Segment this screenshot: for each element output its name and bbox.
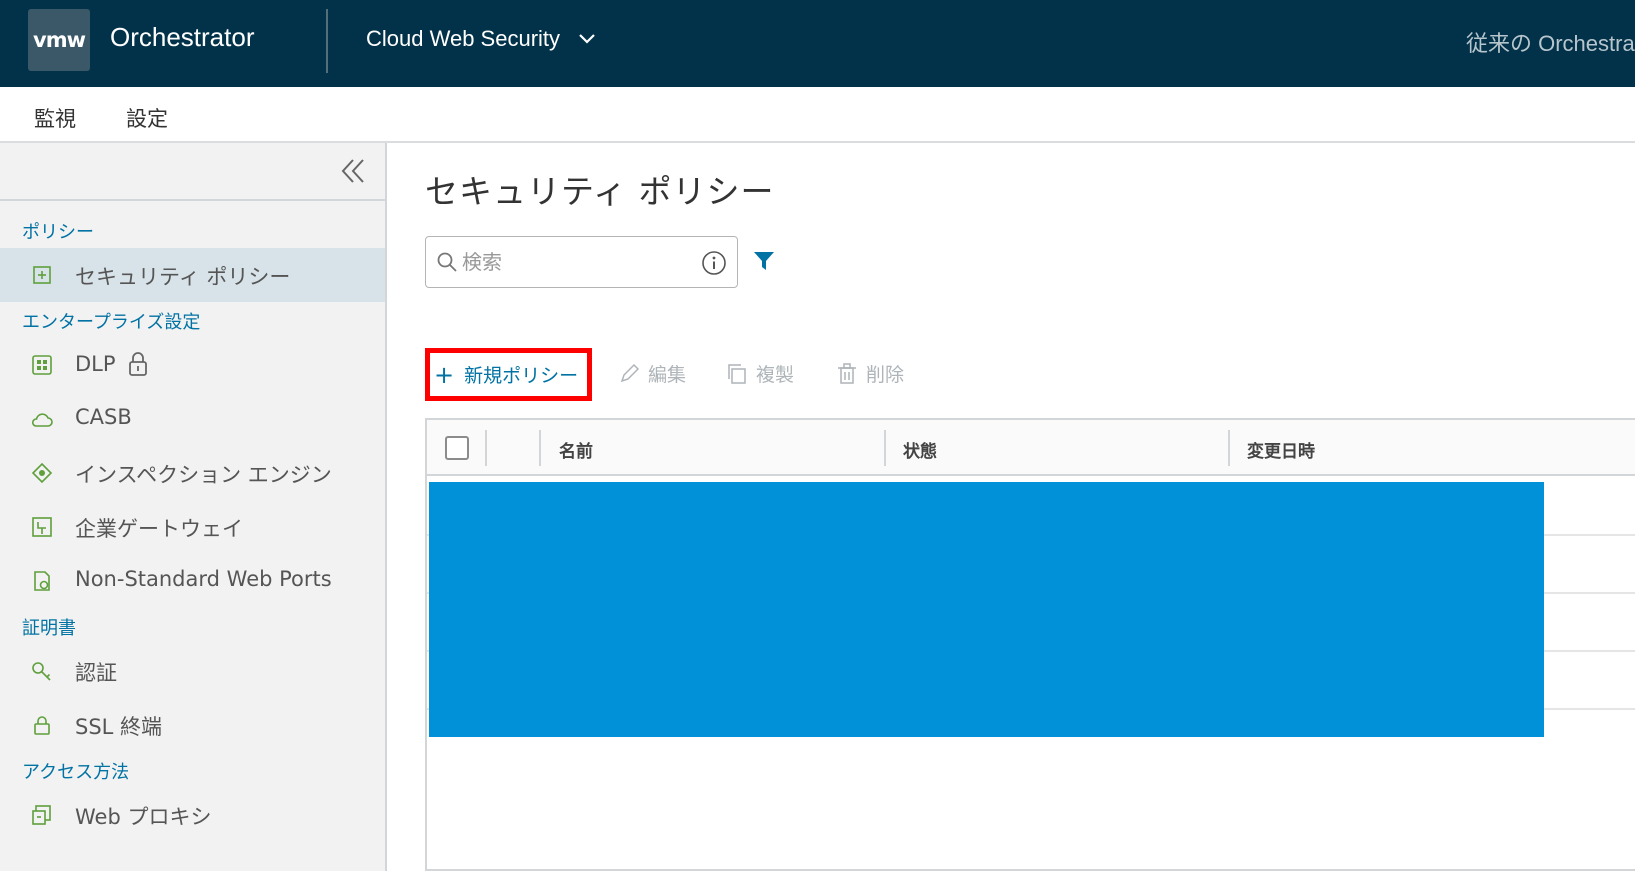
cloud-icon — [31, 413, 53, 427]
column-divider — [884, 430, 886, 466]
web-ports-icon — [34, 571, 50, 591]
search-icon — [437, 252, 457, 272]
column-header-status[interactable]: 状態 — [903, 437, 937, 462]
gateway-icon — [32, 517, 52, 537]
sidebar-item-enterprise-gateway[interactable]: 企業ゲートウェイ — [0, 500, 385, 554]
page-title: セキュリティ ポリシー — [425, 172, 775, 211]
delete-button[interactable]: 削除 — [836, 360, 904, 387]
sidebar-item-ssl-termination[interactable]: SSL 終端 — [0, 698, 385, 752]
sidebar-item-security-policy[interactable]: セキュリティ ポリシー — [0, 248, 385, 302]
section-certificates: 証明書 — [22, 618, 76, 639]
new-policy-label: 新規ポリシー — [464, 365, 579, 387]
info-icon[interactable] — [701, 250, 727, 276]
sidebar-item-label: DLP — [75, 352, 116, 376]
sidebar-item-label: セキュリティ ポリシー — [75, 265, 291, 289]
column-header-modified[interactable]: 変更日時 — [1247, 437, 1315, 462]
sidebar-item-label: 認証 — [75, 661, 117, 685]
sidebar-item-label: Non-Standard Web Ports — [75, 567, 332, 591]
sidebar-item-label: Web プロキシ — [75, 805, 212, 829]
tab-configure[interactable]: 設定 — [120, 103, 174, 148]
pencil-icon — [620, 363, 640, 382]
key-icon — [32, 662, 51, 681]
lock-icon — [34, 716, 50, 735]
sidebar-item-casb[interactable]: CASB — [0, 392, 385, 446]
sidebar-item-label: SSL 終端 — [75, 715, 163, 739]
web-proxy-icon — [32, 805, 51, 825]
sidebar-item-web-proxy[interactable]: Web プロキシ — [0, 788, 385, 842]
tab-monitor[interactable]: 監視 — [34, 103, 76, 133]
new-policy-button[interactable]: + 新規ポリシー — [425, 348, 592, 401]
dlp-icon — [32, 355, 52, 375]
copy-icon — [728, 363, 746, 384]
section-enterprise-settings: エンタープライズ設定 — [22, 312, 201, 333]
column-divider — [1228, 430, 1230, 466]
column-header-name[interactable]: 名前 — [559, 437, 593, 462]
app-title: Orchestrator — [110, 22, 255, 52]
legacy-orchestrator-link[interactable]: 従来の Orchestrator — [1466, 26, 1635, 58]
search-input[interactable] — [462, 247, 682, 277]
duplicate-button[interactable]: 複製 — [726, 360, 794, 387]
top-header: vmw Orchestrator Cloud Web Security 従来の … — [0, 0, 1635, 87]
delete-label: 削除 — [866, 364, 905, 386]
header-divider — [326, 9, 328, 73]
sidebar-item-dlp[interactable]: DLP — [0, 338, 385, 392]
duplicate-label: 複製 — [756, 364, 795, 386]
search-box — [425, 236, 738, 288]
table-header: 名前 状態 変更日時 — [427, 420, 1635, 476]
filter-icon[interactable] — [753, 251, 775, 271]
edit-label: 編集 — [648, 364, 687, 386]
sidebar: ポリシー セキュリティ ポリシー エンタープライズ設定 DLP CASB インス… — [0, 143, 387, 871]
select-all-checkbox[interactable] — [445, 436, 469, 460]
main-tabs: 監視 設定 — [0, 87, 1635, 148]
plus-icon: + — [434, 360, 455, 389]
workspace-label: Cloud Web Security — [366, 26, 561, 51]
inspection-engine-icon — [31, 462, 53, 484]
chevron-down-icon — [579, 34, 595, 44]
sidebar-item-non-standard-web-ports[interactable]: Non-Standard Web Ports — [0, 554, 385, 608]
policy-table: 名前 状態 変更日時 — [425, 418, 1635, 871]
security-policy-icon — [33, 266, 51, 284]
lock-icon — [128, 352, 147, 376]
double-chevron-left-icon[interactable] — [339, 157, 367, 185]
section-access-methods: アクセス方法 — [22, 762, 130, 783]
trash-icon — [838, 362, 856, 384]
vmware-logo: vmw — [28, 9, 90, 71]
main-content: セキュリティ ポリシー + 新規ポリシー 編集 — [389, 143, 1635, 871]
sidebar-item-inspection-engine[interactable]: インスペクション エンジン — [0, 446, 385, 500]
section-policy: ポリシー — [22, 222, 94, 243]
column-divider — [539, 430, 541, 466]
column-divider — [485, 430, 487, 466]
edit-button[interactable]: 編集 — [618, 360, 686, 387]
sidebar-item-label: 企業ゲートウェイ — [75, 517, 243, 541]
sidebar-item-authentication[interactable]: 認証 — [0, 644, 385, 698]
workspace-selector[interactable]: Cloud Web Security — [366, 26, 596, 52]
sidebar-item-label: CASB — [75, 405, 132, 429]
redaction-overlay — [429, 482, 1544, 737]
sidebar-item-label: インスペクション エンジン — [75, 463, 332, 487]
sidebar-collapse-bar — [0, 143, 385, 201]
